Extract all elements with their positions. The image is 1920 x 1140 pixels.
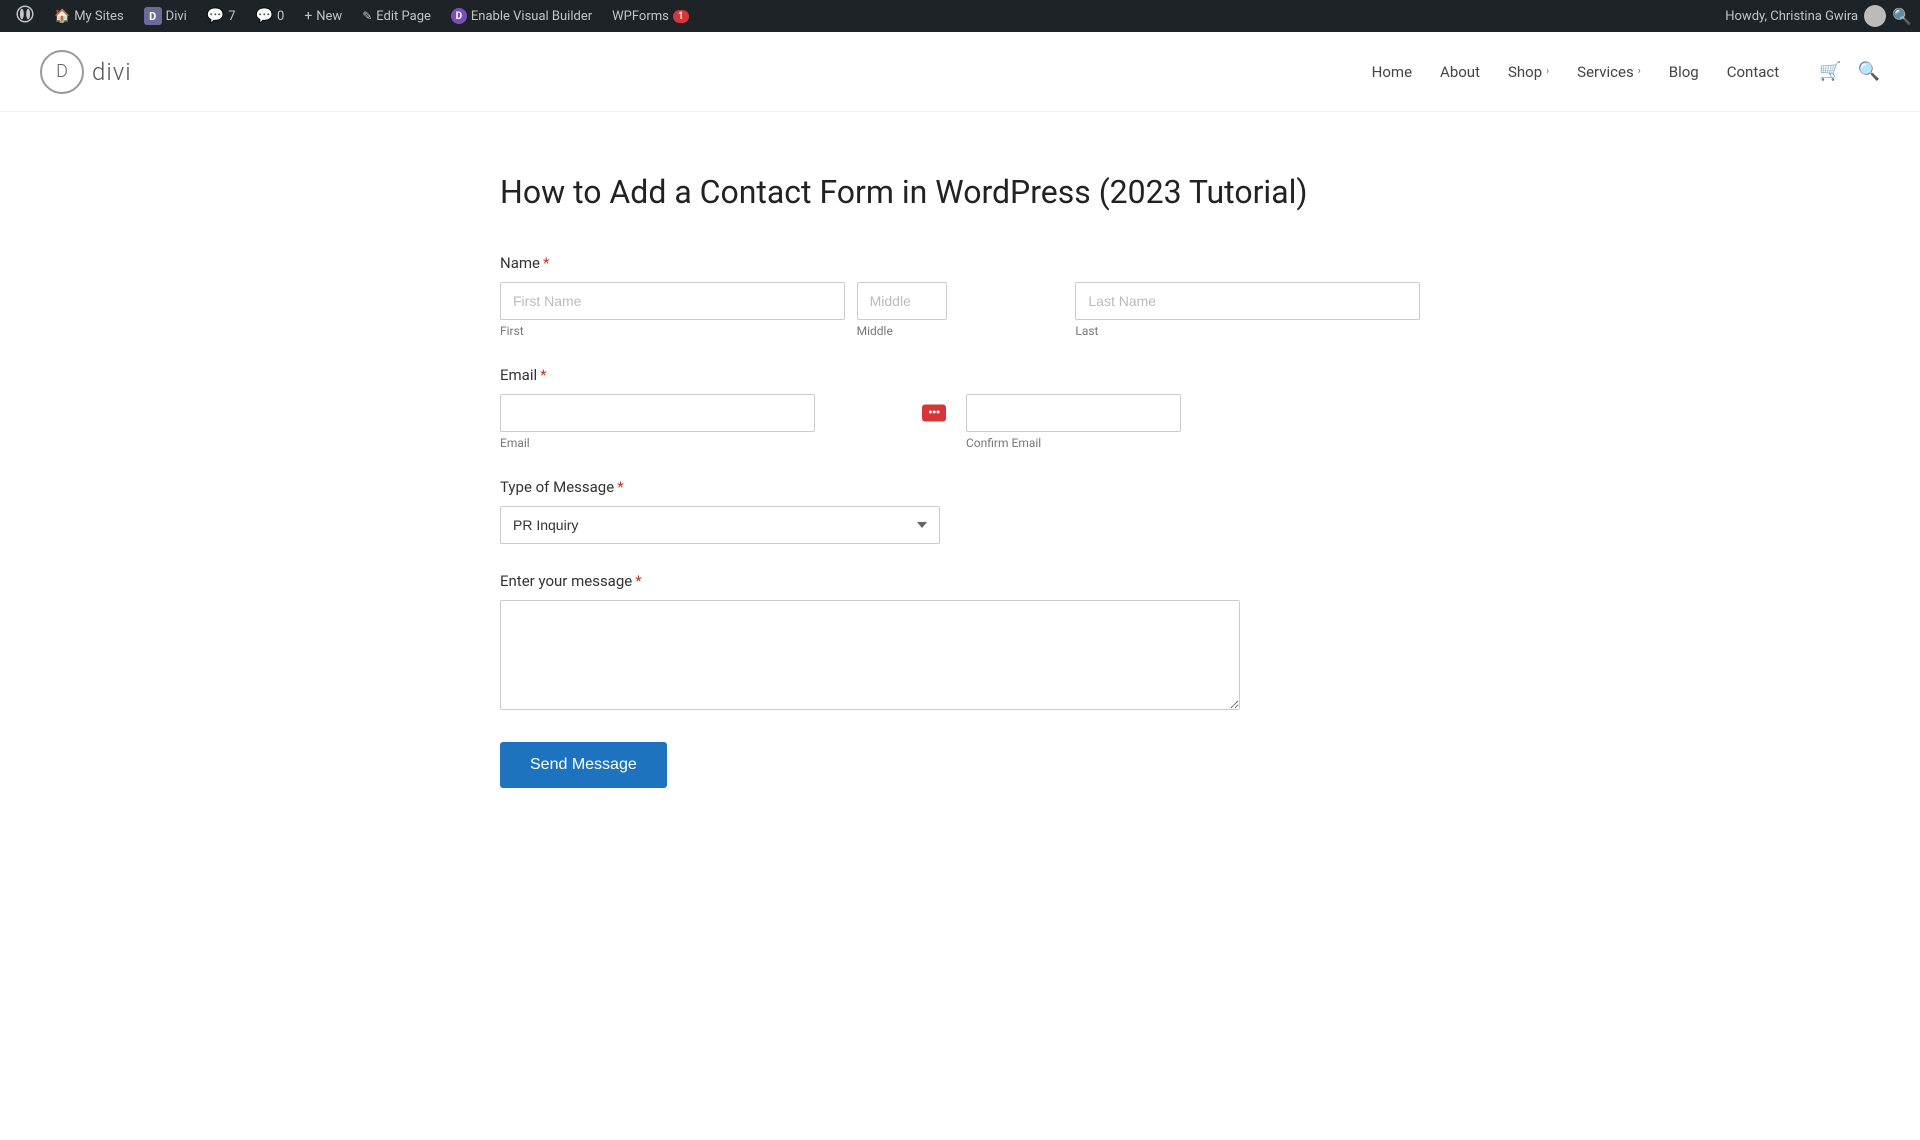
new-comment-item[interactable]: 💬 0 <box>248 0 293 32</box>
my-sites-item[interactable]: 🏠 My Sites <box>46 0 132 32</box>
confirm-email-wrap: Confirm Email <box>966 394 1420 450</box>
divi-icon: D <box>144 7 162 25</box>
first-sublabel: First <box>500 324 845 338</box>
site-header: D divi Home About Shop › Services › Blog… <box>0 32 1920 112</box>
confirm-email-input[interactable] <box>966 394 1181 432</box>
main-content: How to Add a Contact Form in WordPress (… <box>460 172 1460 788</box>
nav-services[interactable]: Services › <box>1577 63 1641 81</box>
message-label: Enter your message* <box>500 572 1420 590</box>
comments-item[interactable]: 💬 7 <box>199 0 244 32</box>
middle-name-input[interactable] <box>857 282 947 320</box>
email-wrap: ••• Email <box>500 394 954 450</box>
logo-text: divi <box>92 58 132 86</box>
confirm-email-sublabel: Confirm Email <box>966 436 1420 450</box>
last-sublabel: Last <box>1075 324 1420 338</box>
divi-item[interactable]: D Divi <box>136 0 195 32</box>
divi-builder-icon: D <box>451 8 467 24</box>
email-group: Email* ••• Email Confirm Email <box>500 366 1420 450</box>
email-input-container: ••• <box>500 394 954 432</box>
nav-shop[interactable]: Shop › <box>1508 63 1549 81</box>
last-name-wrap: Last <box>1075 282 1420 338</box>
nav-home[interactable]: Home <box>1372 63 1412 81</box>
shop-chevron-icon: › <box>1546 66 1549 77</box>
edit-page-item[interactable]: ✎ Edit Page <box>354 0 439 32</box>
howdy-text: Howdy, Christina Gwira <box>1725 9 1858 24</box>
user-avatar[interactable] <box>1864 5 1886 27</box>
edit-icon: ✎ <box>362 9 372 23</box>
email-fields-row: ••• Email Confirm Email <box>500 394 1420 450</box>
wpforms-label: WPForms <box>612 9 669 24</box>
search-nav-icon[interactable]: 🔍 <box>1858 61 1880 82</box>
nav-blog[interactable]: Blog <box>1669 63 1699 81</box>
search-icon[interactable]: 🔍 <box>1892 7 1912 26</box>
name-required: * <box>543 254 549 272</box>
first-name-wrap: First <box>500 282 845 338</box>
new-comment-icon: 💬 <box>256 8 273 24</box>
name-label: Name* <box>500 254 1420 272</box>
middle-name-wrap: Middle <box>857 282 1064 338</box>
my-sites-icon: 🏠 <box>54 9 70 24</box>
message-textarea[interactable] <box>500 600 1240 710</box>
admin-bar: 🏠 My Sites D Divi 💬 7 💬 0 + New ✎ Edit P… <box>0 0 1920 32</box>
cart-icon[interactable]: 🛒 <box>1819 61 1841 82</box>
visual-builder-item[interactable]: D Enable Visual Builder <box>443 0 600 32</box>
site-logo[interactable]: D divi <box>40 50 132 94</box>
new-comment-count: 0 <box>277 9 284 24</box>
name-group: Name* First Middle Last <box>500 254 1420 338</box>
site-nav: Home About Shop › Services › Blog Contac… <box>1372 61 1880 82</box>
logo-circle: D <box>40 50 84 94</box>
email-required: * <box>540 366 546 384</box>
type-label: Type of Message* <box>500 478 1420 496</box>
type-select[interactable]: PR Inquiry General Inquiry Support <box>500 506 940 544</box>
email-dots-button[interactable]: ••• <box>922 404 946 421</box>
comments-count: 7 <box>228 9 235 24</box>
new-item[interactable]: + New <box>296 0 350 32</box>
new-label: New <box>316 9 342 24</box>
wpforms-badge: 1 <box>673 10 689 23</box>
services-chevron-icon: › <box>1638 66 1641 77</box>
comments-icon: 💬 <box>207 8 224 24</box>
message-group: Enter your message* <box>500 572 1420 714</box>
nav-contact[interactable]: Contact <box>1727 63 1779 81</box>
type-required: * <box>617 478 623 496</box>
page-title: How to Add a Contact Form in WordPress (… <box>500 172 1420 214</box>
edit-page-label: Edit Page <box>376 9 431 24</box>
email-input[interactable] <box>500 394 815 432</box>
nav-about[interactable]: About <box>1440 63 1480 81</box>
divi-label: Divi <box>166 9 187 24</box>
contact-form: Name* First Middle Last Email* <box>500 254 1420 788</box>
middle-sublabel: Middle <box>857 324 1064 338</box>
my-sites-label: My Sites <box>74 9 123 24</box>
email-sublabel: Email <box>500 436 954 450</box>
email-label: Email* <box>500 366 1420 384</box>
last-name-input[interactable] <box>1075 282 1420 320</box>
first-name-input[interactable] <box>500 282 845 320</box>
name-fields-row: First Middle Last <box>500 282 1420 338</box>
message-required: * <box>635 572 641 590</box>
type-group: Type of Message* PR Inquiry General Inqu… <box>500 478 1420 544</box>
wp-logo-icon <box>16 5 34 28</box>
wpforms-item[interactable]: WPForms 1 <box>604 0 697 32</box>
logo-letter: D <box>56 61 68 82</box>
wp-logo-item[interactable] <box>8 0 42 32</box>
plus-icon: + <box>304 8 312 24</box>
enable-visual-builder-label: Enable Visual Builder <box>471 9 592 24</box>
send-button[interactable]: Send Message <box>500 742 667 788</box>
